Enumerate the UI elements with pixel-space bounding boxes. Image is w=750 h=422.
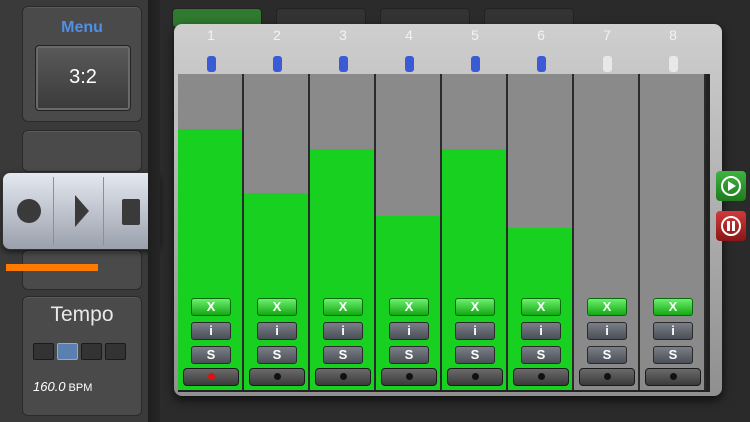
mixer-window: XiSXiSXiSXiSXiSXiSXiSXiS 12345678 (174, 24, 722, 396)
record-arm-icon (340, 373, 347, 380)
menu-title[interactable]: Menu (23, 19, 141, 37)
mute-button[interactable]: X (455, 298, 495, 316)
pan-knob[interactable] (669, 56, 678, 72)
channel-number: 3 (339, 27, 347, 43)
mute-button[interactable]: X (191, 298, 231, 316)
channel-strip[interactable]: XiS (178, 74, 244, 390)
record-arm-icon (406, 373, 413, 380)
record-arm-button[interactable] (315, 368, 371, 386)
pause-circle-icon (721, 216, 741, 236)
mute-button[interactable]: X (587, 298, 627, 316)
solo-button[interactable]: S (521, 346, 561, 364)
pan-knob[interactable] (273, 56, 282, 72)
beat-indicators (33, 335, 126, 365)
play-side-button[interactable] (716, 171, 746, 201)
record-button[interactable] (5, 177, 54, 245)
info-button[interactable]: i (521, 322, 561, 340)
transport-controls (2, 172, 160, 250)
ratio-label: 3:2 (69, 66, 97, 88)
beat-indicator (81, 343, 102, 360)
pan-knob[interactable] (471, 56, 480, 72)
pan-knob[interactable] (405, 56, 414, 72)
record-arm-button[interactable] (645, 368, 701, 386)
record-arm-button[interactable] (183, 368, 239, 386)
empty-slot-panel (22, 130, 142, 172)
pan-knob[interactable] (537, 56, 546, 72)
solo-button[interactable]: S (653, 346, 693, 364)
channel-number: 5 (471, 27, 479, 43)
mute-button[interactable]: X (389, 298, 429, 316)
record-arm-button[interactable] (249, 368, 305, 386)
channel-number: 6 (537, 27, 545, 43)
record-arm-button[interactable] (381, 368, 437, 386)
record-icon (17, 199, 41, 223)
ratio-button[interactable]: 3:2 (35, 45, 131, 111)
record-arm-button[interactable] (447, 368, 503, 386)
info-button[interactable]: i (587, 322, 627, 340)
channel-number: 1 (207, 27, 215, 43)
record-arm-button[interactable] (513, 368, 569, 386)
channel-strip[interactable]: XiS (310, 74, 376, 390)
record-arm-button[interactable] (579, 368, 635, 386)
pan-knob[interactable] (207, 56, 216, 72)
info-button[interactable]: i (653, 322, 693, 340)
info-button[interactable]: i (191, 322, 231, 340)
solo-button[interactable]: S (191, 346, 231, 364)
channel-strip[interactable]: XiS (574, 74, 640, 390)
mute-button[interactable]: X (653, 298, 693, 316)
channel-strip[interactable]: XiS (640, 74, 706, 390)
record-arm-icon (538, 373, 545, 380)
tempo-title: Tempo (50, 303, 114, 326)
record-arm-icon (274, 373, 281, 380)
channel-strip[interactable]: XiS (508, 74, 574, 390)
beat-indicator (105, 343, 126, 360)
record-arm-icon (670, 373, 677, 380)
bpm-unit: BPM (68, 382, 93, 394)
record-arm-icon (472, 373, 479, 380)
play-icon (75, 195, 89, 227)
pan-knob[interactable] (603, 56, 612, 72)
info-button[interactable]: i (389, 322, 429, 340)
info-button[interactable]: i (323, 322, 363, 340)
channel-number: 4 (405, 27, 413, 43)
record-arm-icon (208, 373, 215, 380)
bpm-value: 160.0 (33, 379, 66, 394)
channel-strip[interactable]: XiS (442, 74, 508, 390)
bpm-readout: 160.0 BPM (33, 379, 92, 394)
record-arm-icon (604, 373, 611, 380)
channel-number: 2 (273, 27, 281, 43)
play-button[interactable] (55, 177, 104, 245)
solo-button[interactable]: S (587, 346, 627, 364)
beat-indicator (33, 343, 54, 360)
solo-button[interactable]: S (257, 346, 297, 364)
sidebar-edge (148, 0, 160, 422)
channel-number: 7 (603, 27, 611, 43)
channel-strips: XiSXiSXiSXiSXiSXiSXiSXiS (178, 74, 710, 392)
mute-button[interactable]: X (257, 298, 297, 316)
left-sidebar: Menu 3:2 Tempo 160.0 BPM (0, 0, 160, 422)
solo-button[interactable]: S (389, 346, 429, 364)
playback-progress-bar (6, 264, 98, 271)
pause-side-button[interactable] (716, 211, 746, 241)
channel-strip[interactable]: XiS (244, 74, 310, 390)
solo-button[interactable]: S (455, 346, 495, 364)
info-button[interactable]: i (455, 322, 495, 340)
info-button[interactable]: i (257, 322, 297, 340)
mute-button[interactable]: X (521, 298, 561, 316)
beat-indicator (57, 343, 78, 360)
mute-button[interactable]: X (323, 298, 363, 316)
channel-strip[interactable]: XiS (376, 74, 442, 390)
pan-knob[interactable] (339, 56, 348, 72)
solo-button[interactable]: S (323, 346, 363, 364)
channel-number: 8 (669, 27, 677, 43)
tempo-panel[interactable]: Tempo 160.0 BPM (22, 296, 142, 416)
play-circle-icon (721, 176, 741, 196)
menu-panel: Menu 3:2 (22, 6, 142, 122)
